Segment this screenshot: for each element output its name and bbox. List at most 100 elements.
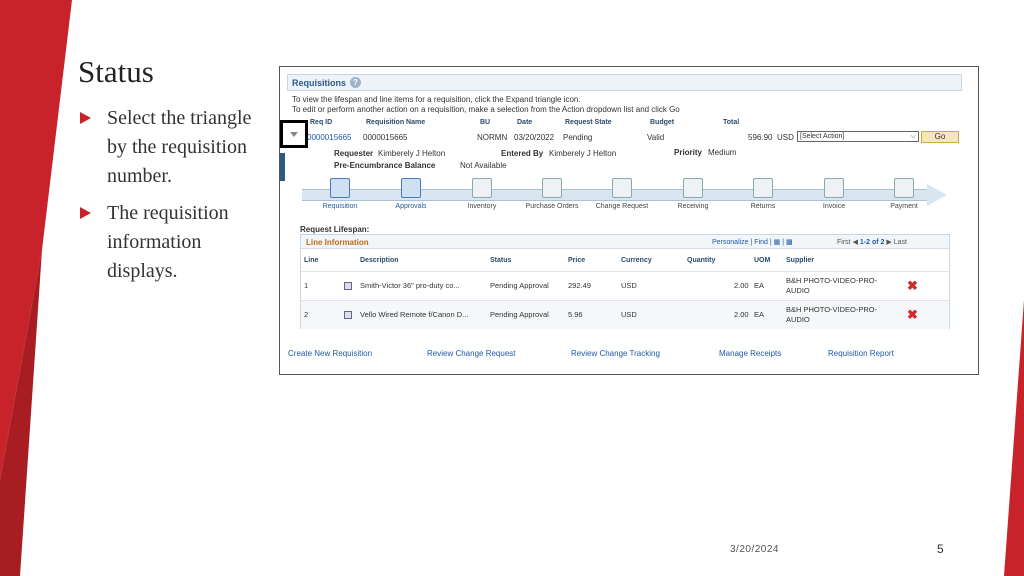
pager-first[interactable]: First (837, 239, 851, 246)
lifespan-step-purchase-orders[interactable]: Purchase Orders (520, 178, 584, 211)
th-supplier: Supplier (786, 257, 815, 264)
col-request-state[interactable]: Request State (565, 119, 612, 126)
col-total[interactable]: Total (723, 119, 739, 126)
bullet-text: The requisition information displays. (107, 202, 229, 282)
slide-title: Status (78, 54, 154, 89)
requester-label: Requester (334, 149, 374, 158)
slide-date: 3/20/2024 (730, 544, 779, 555)
bullet-item: The requisition information displays. (80, 199, 275, 286)
line-info-header: Line Information Personalize | Find | ▦ … (301, 235, 949, 249)
col-budget[interactable]: Budget (650, 119, 674, 126)
col-bu[interactable]: BU (480, 119, 490, 126)
instruction-line: To view the lifespan and line items for … (292, 95, 581, 104)
view-all-icon[interactable]: ▦ (774, 239, 781, 246)
invoice-icon[interactable] (824, 178, 844, 198)
create-new-requisition-link[interactable]: Create New Requisition (288, 349, 372, 358)
th-status: Status (490, 257, 512, 264)
review-change-request-link[interactable]: Review Change Request (427, 349, 516, 358)
req-id-link[interactable]: 0000015665 (307, 133, 352, 142)
slide-page-number: 5 (937, 542, 944, 556)
manage-receipts-link[interactable]: Manage Receipts (719, 349, 781, 358)
action-dropdown[interactable]: [Select Action] ⌵ (797, 131, 919, 142)
business-unit: NORMN (477, 133, 508, 142)
returns-icon[interactable] (753, 178, 773, 198)
lifespan-step-requisition[interactable]: Requisition (308, 178, 372, 211)
th-currency: Currency (621, 257, 652, 264)
priority-value: Medium (708, 148, 737, 157)
cell-currency: USD (621, 310, 637, 319)
lifespan-step-receiving[interactable]: Receiving (661, 178, 725, 211)
lifespan-step-label: Purchase Orders (525, 203, 579, 210)
th-quantity: Quantity (687, 257, 716, 264)
cell-description[interactable]: Vello Wired Remote f/Canon D... (360, 310, 468, 320)
request-date: 03/20/2022 (514, 133, 555, 142)
total-currency: USD (777, 133, 794, 142)
th-uom: UOM (754, 257, 771, 264)
lifespan-step-label: Change Request (595, 203, 649, 210)
line-information-panel: Line Information Personalize | Find | ▦ … (300, 234, 950, 329)
grid-tools: Personalize | Find | ▦ | ▩ (712, 239, 793, 246)
col-requisition-name[interactable]: Requisition Name (366, 119, 425, 126)
find-link[interactable]: Find (754, 239, 768, 246)
lifespan-step-change-request[interactable]: Change Request (590, 178, 654, 211)
next-icon[interactable]: ▶ (886, 239, 891, 246)
line-info-title: Line Information (306, 238, 369, 247)
lifespan-bar: Requisition Approvals Inventory Purchase Or… (300, 175, 950, 223)
requisition-icon[interactable] (330, 178, 350, 198)
lifespan-step-label: Payment (890, 203, 918, 210)
request-state: Pending (563, 133, 593, 142)
review-change-tracking-link[interactable]: Review Change Tracking (571, 349, 660, 358)
change-request-icon[interactable] (612, 178, 632, 198)
side-panel-tab[interactable] (280, 153, 285, 181)
cell-supplier: B&H PHOTO-VIDEO-PRO-AUDIO (786, 305, 878, 324)
requisition-report-link[interactable]: Requisition Report (828, 349, 894, 358)
purchase-orders-icon[interactable] (542, 178, 562, 198)
th-price: Price (568, 257, 586, 264)
cell-quantity: 2.00 (734, 310, 749, 319)
edit-line-icon[interactable] (344, 282, 352, 290)
cell-status: Pending Approval (490, 281, 549, 290)
lifespan-step-label: Returns (750, 203, 776, 210)
bullet-item: Select the triangle by the requisition n… (80, 104, 275, 191)
expand-triangle-icon[interactable] (290, 132, 298, 137)
lifespan-step-inventory[interactable]: Inventory (450, 178, 514, 211)
download-icon[interactable]: ▩ (786, 239, 793, 246)
payment-icon[interactable] (894, 178, 914, 198)
th-description: Description (360, 257, 399, 264)
help-icon[interactable]: ? (350, 77, 361, 88)
lifespan-step-returns[interactable]: Returns (731, 178, 795, 211)
receiving-icon[interactable] (683, 178, 703, 198)
bullet-triangle-icon (80, 112, 91, 124)
bullet-list: Select the triangle by the requisition n… (80, 104, 275, 294)
encumbrance-label: Pre-Encumbrance Balance (334, 161, 436, 170)
total-amount: 596.90 (748, 133, 773, 142)
cell-uom: EA (754, 281, 765, 290)
delete-line-icon[interactable]: ✖ (907, 278, 918, 294)
cell-price: 5.96 (568, 310, 583, 319)
pager-range: 1-2 of 2 (859, 239, 885, 246)
cell-description[interactable]: Smith-Victor 36" pro-duty co... (360, 281, 460, 291)
go-button[interactable]: Go (921, 131, 959, 143)
edit-line-icon[interactable] (344, 311, 352, 319)
col-date[interactable]: Date (517, 119, 532, 126)
personalize-link[interactable]: Personalize (712, 239, 749, 246)
lifespan-step-label: Receiving (677, 203, 709, 210)
delete-line-icon[interactable]: ✖ (907, 307, 918, 323)
col-req-id[interactable]: Req ID (310, 119, 332, 126)
cell-currency: USD (621, 281, 637, 290)
expand-highlight[interactable] (280, 120, 308, 148)
cell-line: 1 (304, 281, 309, 290)
prev-icon[interactable]: ◀ (853, 239, 858, 246)
section-title: Requisitions (292, 78, 347, 88)
lifespan-step-approvals[interactable]: Approvals (379, 178, 443, 211)
pager-last[interactable]: Last (894, 239, 907, 246)
request-lifespan-label: Request Lifespan: (300, 225, 370, 234)
approvals-icon[interactable] (401, 178, 421, 198)
cell-status: Pending Approval (490, 310, 549, 319)
grid-pager: First ◀ 1-2 of 2 ▶ Last (837, 238, 907, 246)
inventory-icon[interactable] (472, 178, 492, 198)
lifespan-step-label: Invoice (822, 203, 846, 210)
lifespan-step-label: Inventory (467, 203, 497, 210)
lifespan-step-invoice[interactable]: Invoice (802, 178, 866, 211)
lifespan-step-payment[interactable]: Payment (872, 178, 936, 211)
